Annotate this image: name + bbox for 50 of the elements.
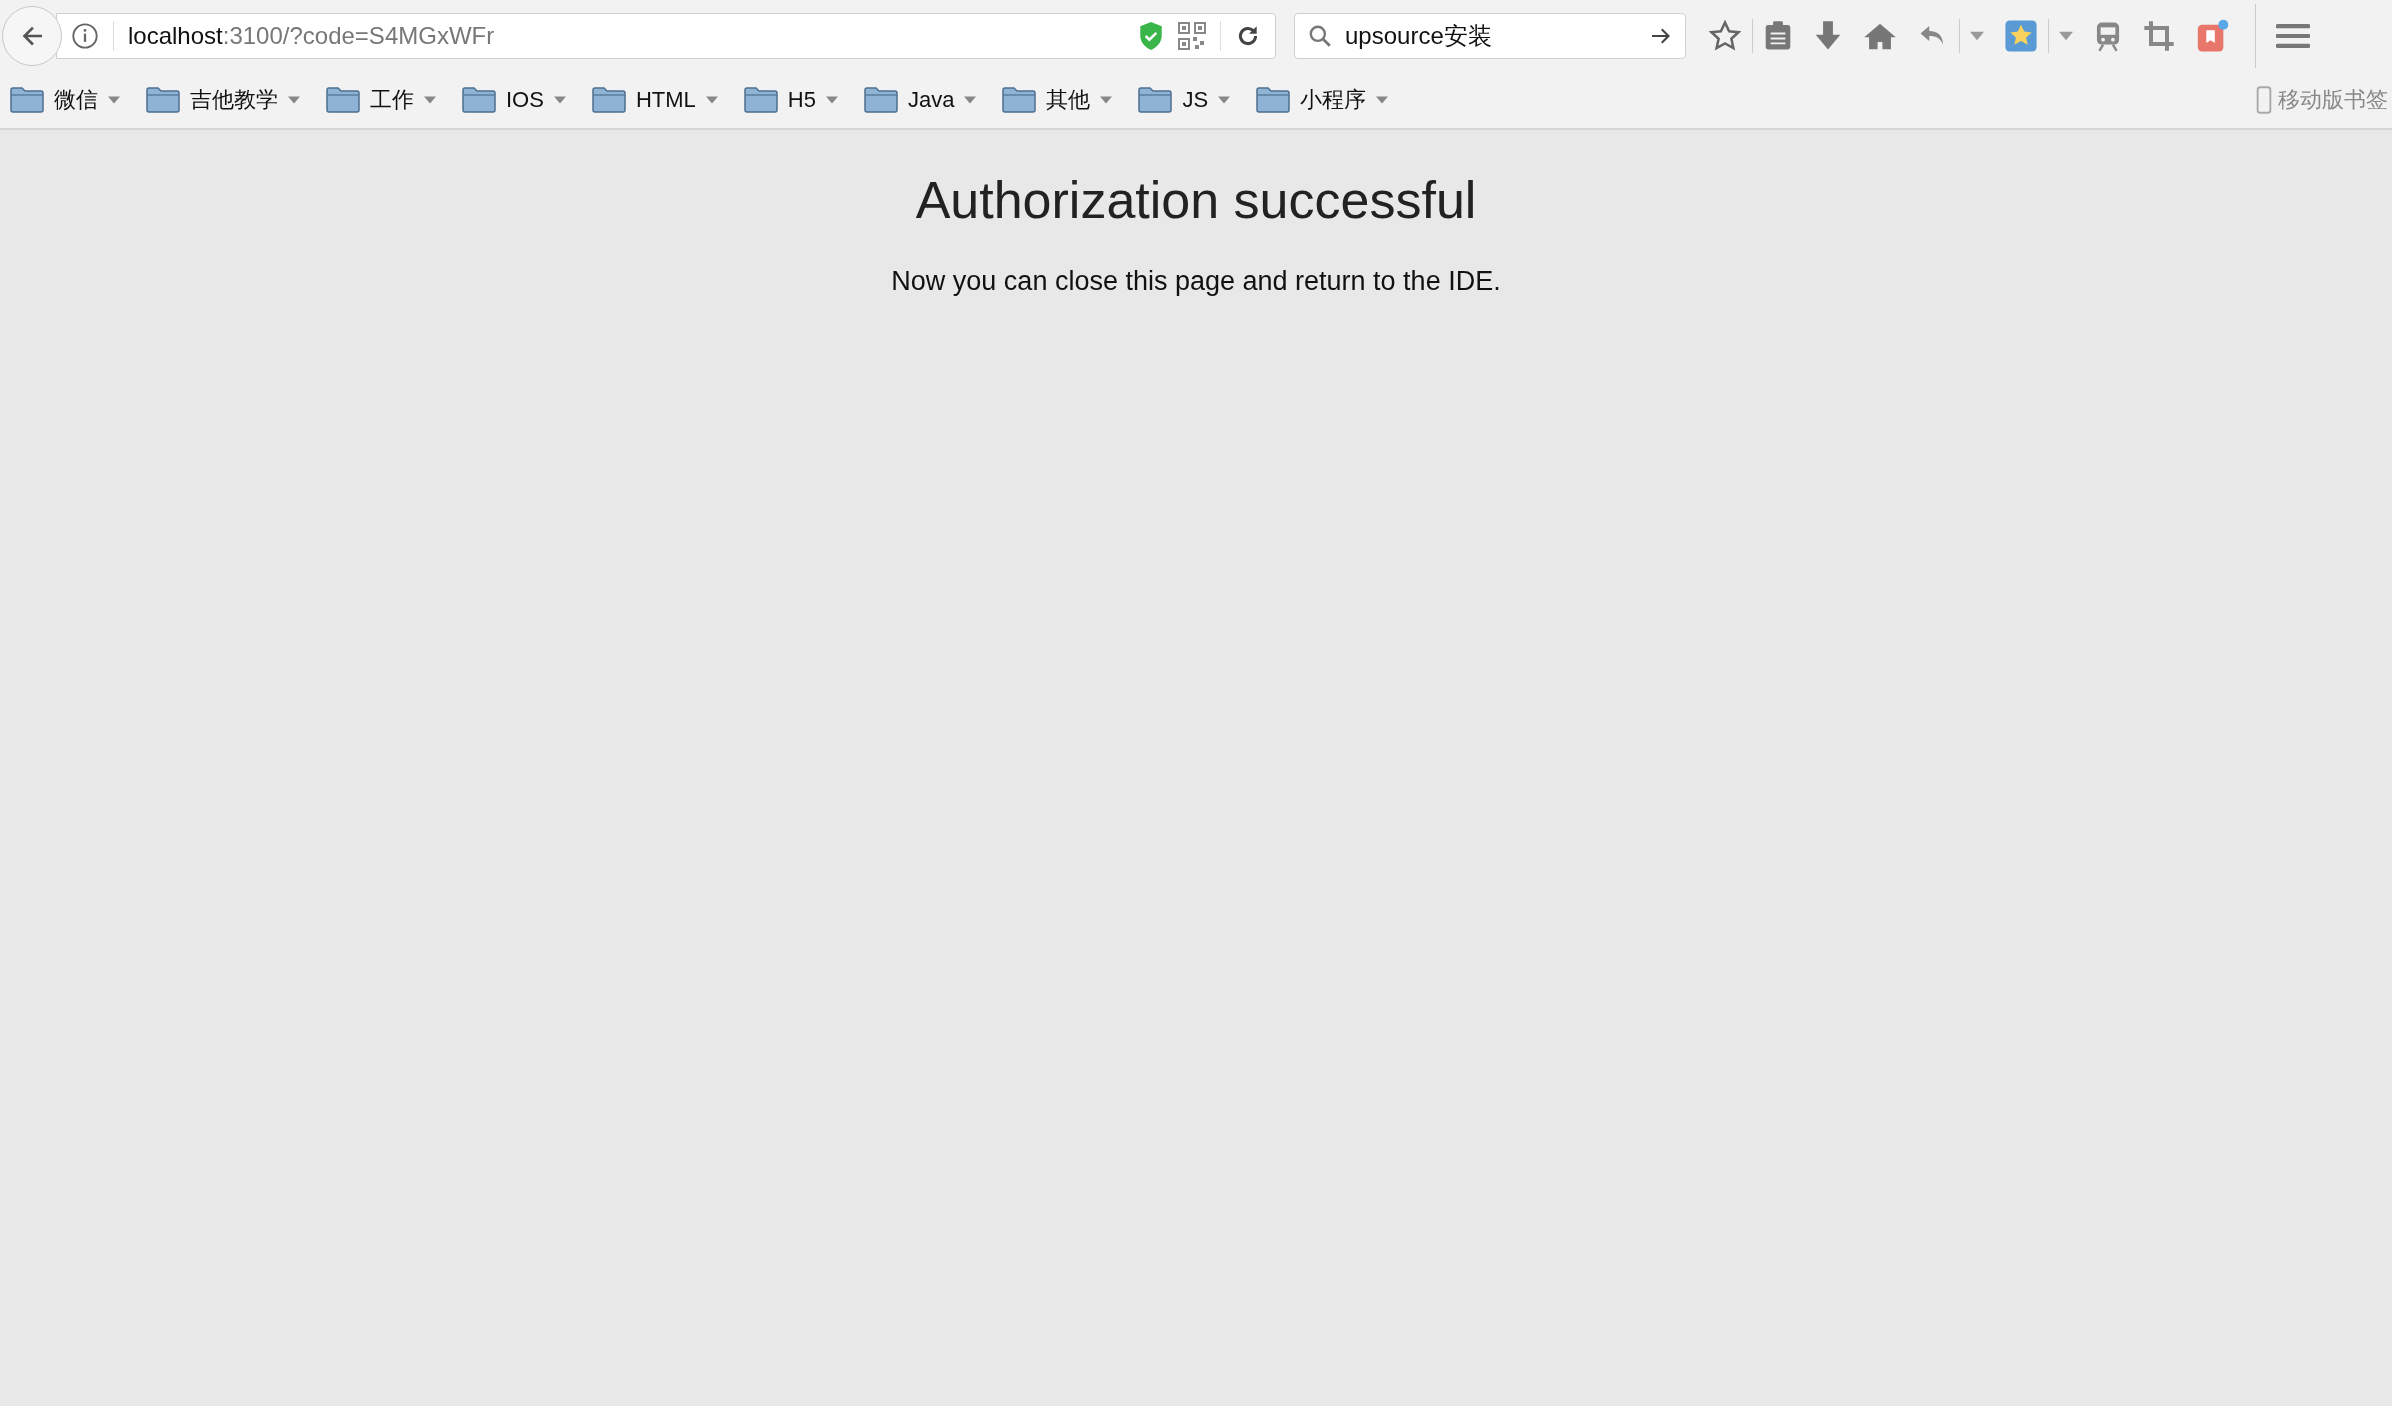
qr-code-icon[interactable] xyxy=(1178,22,1206,50)
caret-icon xyxy=(424,96,436,104)
download-icon[interactable] xyxy=(1813,20,1843,52)
page-title: Authorization successful xyxy=(915,170,1477,230)
folder-icon xyxy=(146,87,180,113)
folder-icon xyxy=(1002,87,1037,113)
info-icon[interactable] xyxy=(71,22,99,50)
page-message: Now you can close this page and return to the IDE. xyxy=(891,266,1501,297)
bookmark-folder[interactable]: 其他 xyxy=(1002,85,1113,115)
caret-icon xyxy=(1376,96,1389,104)
folder-icon xyxy=(1256,87,1291,113)
bookmark-folder[interactable]: 微信 xyxy=(10,85,120,115)
search-icon xyxy=(1307,23,1333,49)
url-text: localhost:3100/?code=S4MGxWFr xyxy=(128,22,495,50)
folder-icon xyxy=(326,87,360,113)
bookmark-badge-icon[interactable] xyxy=(2195,19,2229,53)
folder-icon xyxy=(743,87,778,113)
caret-icon xyxy=(1218,96,1231,104)
caret-icon xyxy=(1100,96,1113,104)
caret-icon xyxy=(553,96,566,104)
clipboard-icon[interactable] xyxy=(1763,20,1793,52)
caret-icon[interactable] xyxy=(2059,31,2073,41)
bookmark-folder[interactable]: 工作 xyxy=(326,85,436,115)
star-badge-icon[interactable] xyxy=(2004,19,2038,53)
menu-icon[interactable] xyxy=(2276,22,2310,50)
bookmark-folder[interactable]: 小程序 xyxy=(1256,85,1389,115)
caret-icon xyxy=(825,96,838,104)
search-field[interactable]: upsource安装 xyxy=(1294,13,1686,59)
bookmark-folder[interactable]: HTML xyxy=(591,87,718,113)
bookmark-folder[interactable]: IOS xyxy=(462,87,566,113)
folder-icon xyxy=(863,87,898,113)
caret-icon xyxy=(288,96,300,104)
caret-icon[interactable] xyxy=(1970,31,1984,41)
address-bar[interactable]: localhost:3100/?code=S4MGxWFr xyxy=(56,13,1276,59)
shield-icon[interactable] xyxy=(1138,21,1164,51)
bookmark-folder[interactable]: Java xyxy=(863,87,977,113)
crop-icon[interactable] xyxy=(2143,20,2175,52)
folder-icon xyxy=(591,87,626,113)
folder-icon xyxy=(10,87,44,113)
star-icon[interactable] xyxy=(1708,19,1742,53)
caret-icon xyxy=(705,96,718,104)
folder-icon xyxy=(1138,87,1173,113)
caret-icon xyxy=(108,96,120,104)
caret-icon xyxy=(964,96,977,104)
bookmark-folder[interactable]: 吉他教学 xyxy=(146,85,300,115)
folder-icon xyxy=(462,87,496,113)
bookmark-folder[interactable]: JS xyxy=(1138,87,1231,113)
bookmark-folder[interactable]: H5 xyxy=(743,87,838,113)
home-icon[interactable] xyxy=(1863,21,1897,51)
phone-icon xyxy=(2256,86,2272,114)
